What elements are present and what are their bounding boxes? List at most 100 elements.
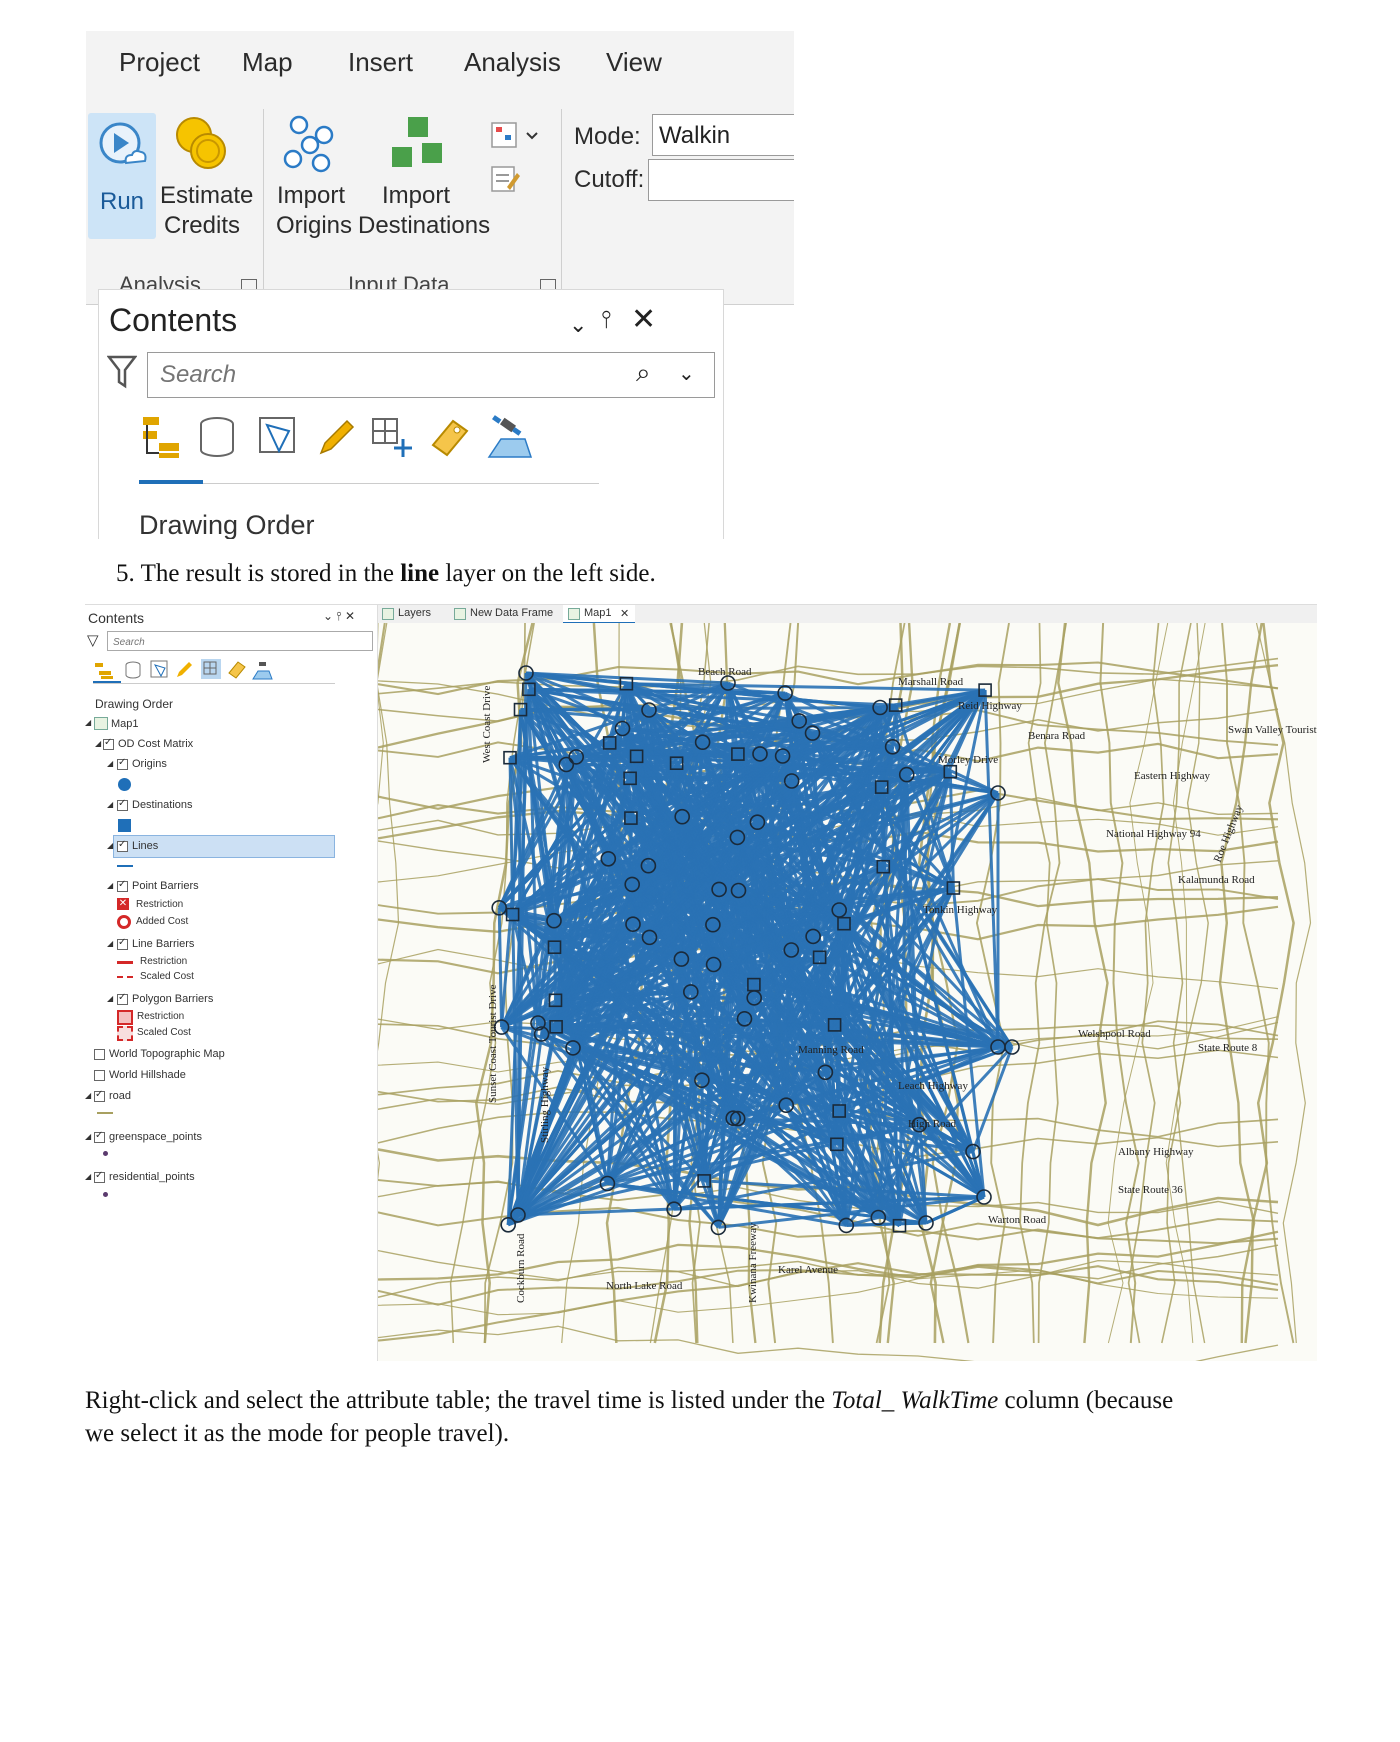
close-icon[interactable]: ✕ (631, 302, 656, 337)
polygon-barriers-checkbox[interactable] (117, 992, 128, 1005)
topo-checkbox[interactable] (94, 1049, 105, 1060)
estimate-credits-button[interactable]: Estimate Credits (160, 115, 253, 241)
expand-arrow-icon[interactable]: ◢ (107, 759, 113, 768)
drawing-order-icon[interactable] (139, 415, 183, 464)
import-destinations-button[interactable]: Import Destinations (358, 115, 490, 241)
close-icon[interactable]: ✕ (620, 607, 629, 620)
toc-search-input[interactable] (111, 636, 315, 649)
tab-map1[interactable]: Map1 (584, 607, 612, 619)
toc-topo[interactable]: World Topographic Map (109, 1048, 225, 1060)
field-mapping-button[interactable] (486, 121, 542, 209)
label-tonkin: Tonkin Highway (923, 904, 998, 916)
label-state8: State Route 8 (1198, 1042, 1258, 1054)
toc-lines[interactable]: Lines (132, 840, 158, 852)
search-box[interactable]: ⌕ ⌄ (147, 352, 715, 398)
labeling-icon[interactable] (427, 415, 473, 464)
cutoff-input[interactable] (648, 159, 794, 201)
editing-icon[interactable] (315, 415, 355, 464)
label-state36: State Route 36 (1118, 1184, 1183, 1196)
expand-arrow-icon[interactable]: ◢ (85, 1172, 91, 1181)
toc-residential[interactable]: residential_points (109, 1171, 195, 1183)
expand-arrow-icon[interactable]: ◢ (85, 718, 91, 727)
road-checkbox[interactable] (94, 1089, 105, 1102)
toc-destinations[interactable]: Destinations (132, 799, 193, 811)
ribbon-screenshot: Project Map Insert Analysis View Run Est… (86, 31, 794, 539)
ribbon-body: Run Estimate Credits Import Origins Impo… (86, 89, 794, 305)
perspective-imagery-icon[interactable] (485, 415, 533, 464)
map-canvas[interactable]: Beach Road Marshall Road Reid Highway Be… (378, 623, 1317, 1361)
selection-icon[interactable] (257, 415, 297, 464)
line-scaled-symbol (117, 976, 133, 980)
data-source-icon[interactable] (197, 415, 237, 464)
label-manning: Manning Road (798, 1044, 864, 1056)
toc-polygon-barriers[interactable]: Polygon Barriers (132, 993, 213, 1005)
toc-origins[interactable]: Origins (132, 758, 167, 770)
label-roe: Roe Highway (1212, 803, 1246, 864)
toc-hillshade[interactable]: World Hillshade (109, 1069, 186, 1081)
tab-layers[interactable]: Layers (398, 607, 431, 619)
toc-filter-icon[interactable]: ▽ (87, 631, 99, 649)
label-west-coast: West Coast Drive (481, 686, 493, 763)
ribbon-separator (561, 109, 562, 299)
toc-od-cost-matrix[interactable]: OD Cost Matrix (118, 738, 193, 750)
origins-checkbox[interactable] (117, 757, 128, 770)
toc-point-barriers[interactable]: Point Barriers (132, 880, 199, 892)
od-checkbox[interactable] (103, 737, 114, 750)
search-icon[interactable]: ⌕ (636, 357, 651, 389)
origins-symbol (118, 778, 131, 791)
road-segment (378, 623, 384, 805)
drawing-order-heading: Drawing Order (139, 510, 315, 539)
import-origins-button[interactable]: Import Origins (276, 115, 352, 241)
search-input[interactable] (158, 360, 582, 390)
label-north-lake: North Lake Road (606, 1280, 683, 1292)
label-sunset: Sunset Coast Tourist Drive (487, 984, 499, 1103)
residential-checkbox[interactable] (94, 1170, 105, 1183)
lines-symbol (117, 865, 133, 867)
chevron-down-icon[interactable]: ⌄ (569, 312, 587, 338)
line-barriers-checkbox[interactable] (117, 937, 128, 950)
cutoff-label: Cutoff: (574, 166, 645, 193)
greenspace-checkbox[interactable] (94, 1130, 105, 1143)
toc-search-box[interactable] (107, 631, 373, 651)
toc-map1[interactable]: Map1 (111, 718, 139, 730)
point-barriers-checkbox[interactable] (117, 879, 128, 892)
tab-view[interactable]: View (606, 47, 662, 78)
lines-checkbox[interactable] (117, 839, 128, 852)
expand-arrow-icon[interactable]: ◢ (107, 939, 113, 948)
toc-greenspace[interactable]: greenspace_points (109, 1131, 202, 1143)
mode-dropdown[interactable]: Walkin (652, 114, 794, 156)
expand-arrow-icon[interactable]: ◢ (107, 800, 113, 809)
map-view[interactable]: Beach Road Marshall Road Reid Highway Be… (378, 623, 1317, 1361)
run-button[interactable]: Run (88, 113, 156, 239)
tab-new-data-frame[interactable]: New Data Frame (470, 607, 553, 619)
caption2-line2: we select it as the mode for people trav… (85, 1420, 510, 1447)
toc-line-barriers[interactable]: Line Barriers (132, 938, 194, 950)
toc-drawing-order: Drawing Order (95, 697, 174, 711)
origins-icon (283, 115, 334, 173)
search-options-chevron-icon[interactable]: ⌄ (678, 361, 695, 386)
road-segment (378, 661, 1279, 696)
label-welshpool: Welshpool Road (1078, 1028, 1151, 1040)
toc-pg-scaled: Scaled Cost (137, 1027, 191, 1038)
tab-insert[interactable]: Insert (348, 47, 413, 78)
tab-project[interactable]: Project (119, 47, 200, 78)
expand-arrow-icon[interactable]: ◢ (95, 739, 101, 748)
tab-map[interactable]: Map (242, 47, 293, 78)
tab-analysis[interactable]: Analysis (464, 47, 561, 78)
hillshade-checkbox[interactable] (94, 1070, 105, 1081)
expand-arrow-icon[interactable]: ◢ (107, 841, 113, 850)
caption-step-5: 5. The result is stored in the line laye… (116, 560, 656, 588)
expand-arrow-icon[interactable]: ◢ (85, 1091, 91, 1100)
field-map-icon (491, 122, 538, 192)
filter-icon[interactable] (107, 354, 137, 390)
expand-arrow-icon[interactable]: ◢ (85, 1132, 91, 1141)
destinations-checkbox[interactable] (117, 798, 128, 811)
pin-icon[interactable]: ⫯ (601, 306, 611, 334)
toc-road[interactable]: road (109, 1090, 131, 1102)
map1-tab-icon (568, 608, 580, 620)
expand-arrow-icon[interactable]: ◢ (107, 881, 113, 890)
toc-menu-icon[interactable]: ⌄ ⫯ ✕ (323, 609, 355, 624)
destinations-icon (392, 117, 442, 167)
snapping-icon[interactable] (369, 415, 413, 464)
expand-arrow-icon[interactable]: ◢ (107, 994, 113, 1003)
